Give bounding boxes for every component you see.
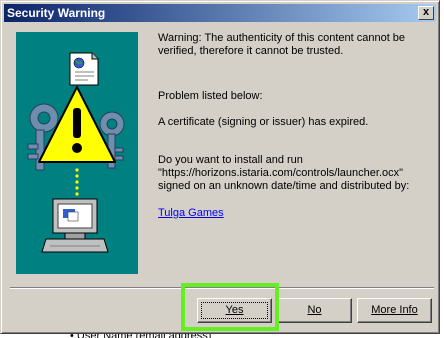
warning-text: Warning: The authenticity of this conten… <box>158 32 428 58</box>
no-button[interactable]: No <box>277 298 352 323</box>
illustration-graphic <box>27 52 125 253</box>
more-info-button-label: More Info <box>371 304 418 316</box>
more-info-button[interactable]: More Info <box>357 298 432 323</box>
warning-line-2: verified, therefore it cannot be trusted… <box>158 45 344 57</box>
title-bar[interactable]: Security Warning x <box>4 4 436 22</box>
window-title: Security Warning <box>7 6 106 20</box>
problem-text: A certificate (signing or issuer) has ex… <box>158 116 369 128</box>
warning-line-1: Warning: The authenticity of this conten… <box>158 32 406 44</box>
publisher-link[interactable]: Tulga Games <box>158 207 224 219</box>
security-warning-illustration <box>16 32 138 274</box>
connection-dots-icon <box>75 168 79 196</box>
certificate-icon <box>69 52 99 86</box>
computer-icon <box>41 198 109 253</box>
publisher-row: Tulga Games <box>158 207 428 220</box>
install-question: Do you want to install and run "https://… <box>158 154 428 193</box>
question-line-3: signed on an unknown date/time and distr… <box>158 180 410 192</box>
no-button-label: No <box>307 304 322 316</box>
screen: • User Name (email address) Security War… <box>0 0 444 338</box>
question-line-1: Do you want to install and run <box>158 154 303 166</box>
question-line-2: "https://horizons.istaria.com/controls/l… <box>158 167 404 179</box>
close-icon: x <box>422 6 430 18</box>
problem-header: Problem listed below: <box>158 90 263 102</box>
security-warning-dialog: Security Warning x Warning: The authenti… <box>0 0 440 334</box>
yes-button-highlight <box>181 283 279 331</box>
close-button[interactable]: x <box>418 6 434 20</box>
